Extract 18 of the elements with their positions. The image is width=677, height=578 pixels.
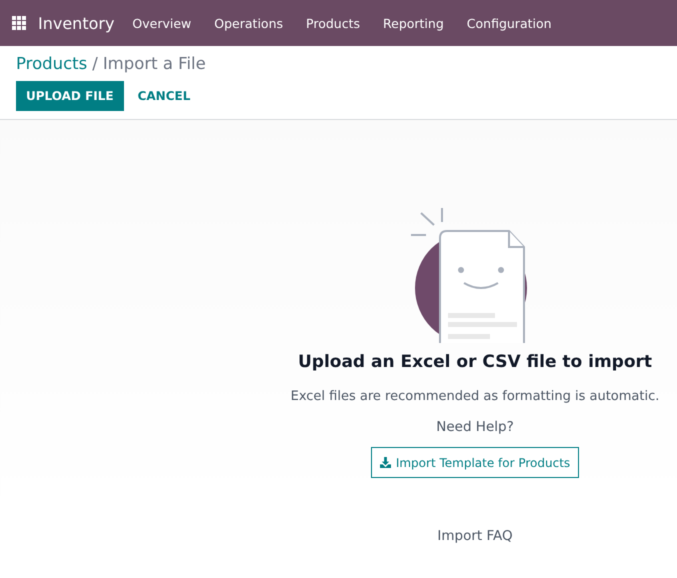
download-icon	[380, 457, 391, 468]
menu-item[interactable]: Operations	[214, 16, 284, 30]
cancel-button[interactable]: CANCEL	[126, 81, 202, 111]
import-faq-link[interactable]: Import FAQ	[437, 528, 513, 544]
import-template-button[interactable]: Import Template for Products	[370, 447, 580, 478]
menu-item[interactable]: Reporting	[383, 16, 444, 30]
app-name[interactable]: Inventory	[38, 14, 114, 32]
breadcrumb-link[interactable]: Products	[16, 54, 88, 73]
empty-state-title: Upload an Excel or CSV file to import	[298, 352, 652, 372]
help-label: Need Help?	[436, 419, 514, 435]
empty-state-description: Excel files are recommended as formatting is automatic.	[290, 389, 660, 404]
breadcrumb-current: Import a File	[102, 54, 206, 73]
menu-item[interactable]: Products	[306, 16, 360, 30]
apps-grid-icon[interactable]	[12, 16, 26, 30]
breadcrumb-separator: /	[92, 54, 98, 73]
menu-item[interactable]: Overview	[132, 16, 192, 30]
upload-file-button[interactable]: UPLOAD FILE	[16, 81, 124, 111]
menu-item[interactable]: Configuration	[466, 16, 552, 30]
